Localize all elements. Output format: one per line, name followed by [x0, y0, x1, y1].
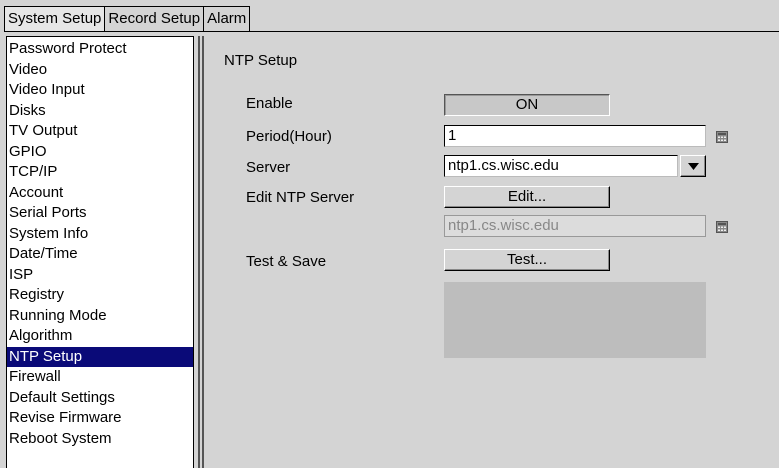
sidebar-item-tcp-ip[interactable]: TCP/IP [7, 162, 193, 183]
tab-bar-underline [4, 31, 779, 32]
sidebar-item-video[interactable]: Video [7, 60, 193, 81]
enable-label: Enable [246, 95, 293, 112]
sidebar-item-revise-firmware[interactable]: Revise Firmware [7, 408, 193, 429]
calculator-icon[interactable] [716, 131, 728, 143]
panel-divider-inner [202, 36, 204, 468]
edit-button[interactable]: Edit... [444, 186, 610, 208]
tab-system-setup[interactable]: System Setup [4, 6, 106, 32]
sidebar-item-video-input[interactable]: Video Input [7, 80, 193, 101]
sidebar-item-serial-ports[interactable]: Serial Ports [7, 203, 193, 224]
test-button[interactable]: Test... [444, 249, 610, 271]
tab-record-setup[interactable]: Record Setup [105, 6, 205, 32]
sidebar-item-system-info[interactable]: System Info [7, 224, 193, 245]
sidebar-item-date-time[interactable]: Date/Time [7, 244, 193, 265]
sidebar-item-gpio[interactable]: GPIO [7, 142, 193, 163]
sidebar-item-account[interactable]: Account [7, 183, 193, 204]
sidebar-item-firewall[interactable]: Firewall [7, 367, 193, 388]
server-label: Server [246, 159, 291, 176]
server-select[interactable]: ntp1.cs.wisc.edu [444, 155, 678, 177]
tab-bar: System Setup Record Setup Alarm [4, 6, 251, 32]
sidebar-item-isp[interactable]: ISP [7, 265, 193, 286]
calculator-icon[interactable] [716, 221, 728, 233]
panel-divider [198, 36, 200, 468]
ntp-server-edit-field: ntp1.cs.wisc.edu [444, 215, 706, 237]
sidebar-item-tv-output[interactable]: TV Output [7, 121, 193, 142]
period-input[interactable]: 1 [444, 125, 706, 147]
sidebar-item-reboot-system[interactable]: Reboot System [7, 429, 193, 450]
server-dropdown-button[interactable] [680, 155, 706, 177]
ntp-setup-window: System Setup Record Setup Alarm Password… [0, 0, 779, 468]
sidebar-item-algorithm[interactable]: Algorithm [7, 326, 193, 347]
sidebar-item-running-mode[interactable]: Running Mode [7, 306, 193, 327]
sidebar-item-disks[interactable]: Disks [7, 101, 193, 122]
sidebar-item-ntp-setup[interactable]: NTP Setup [7, 346, 193, 367]
test-result-area [444, 282, 706, 358]
page-title: NTP Setup [224, 52, 298, 69]
chevron-down-icon [688, 163, 699, 170]
edit-ntp-server-label: Edit NTP Server [246, 189, 355, 206]
sidebar-item-default-settings[interactable]: Default Settings [7, 388, 193, 409]
sidebar-item-password-protect[interactable]: Password Protect [7, 39, 193, 60]
enable-toggle-button[interactable]: ON [444, 94, 610, 116]
settings-sidebar: Password Protect Video Video Input Disks… [6, 36, 194, 468]
tab-alarm[interactable]: Alarm [204, 6, 251, 32]
period-label: Period(Hour) [246, 128, 332, 145]
sidebar-item-registry[interactable]: Registry [7, 285, 193, 306]
test-save-label: Test & Save [246, 253, 327, 270]
